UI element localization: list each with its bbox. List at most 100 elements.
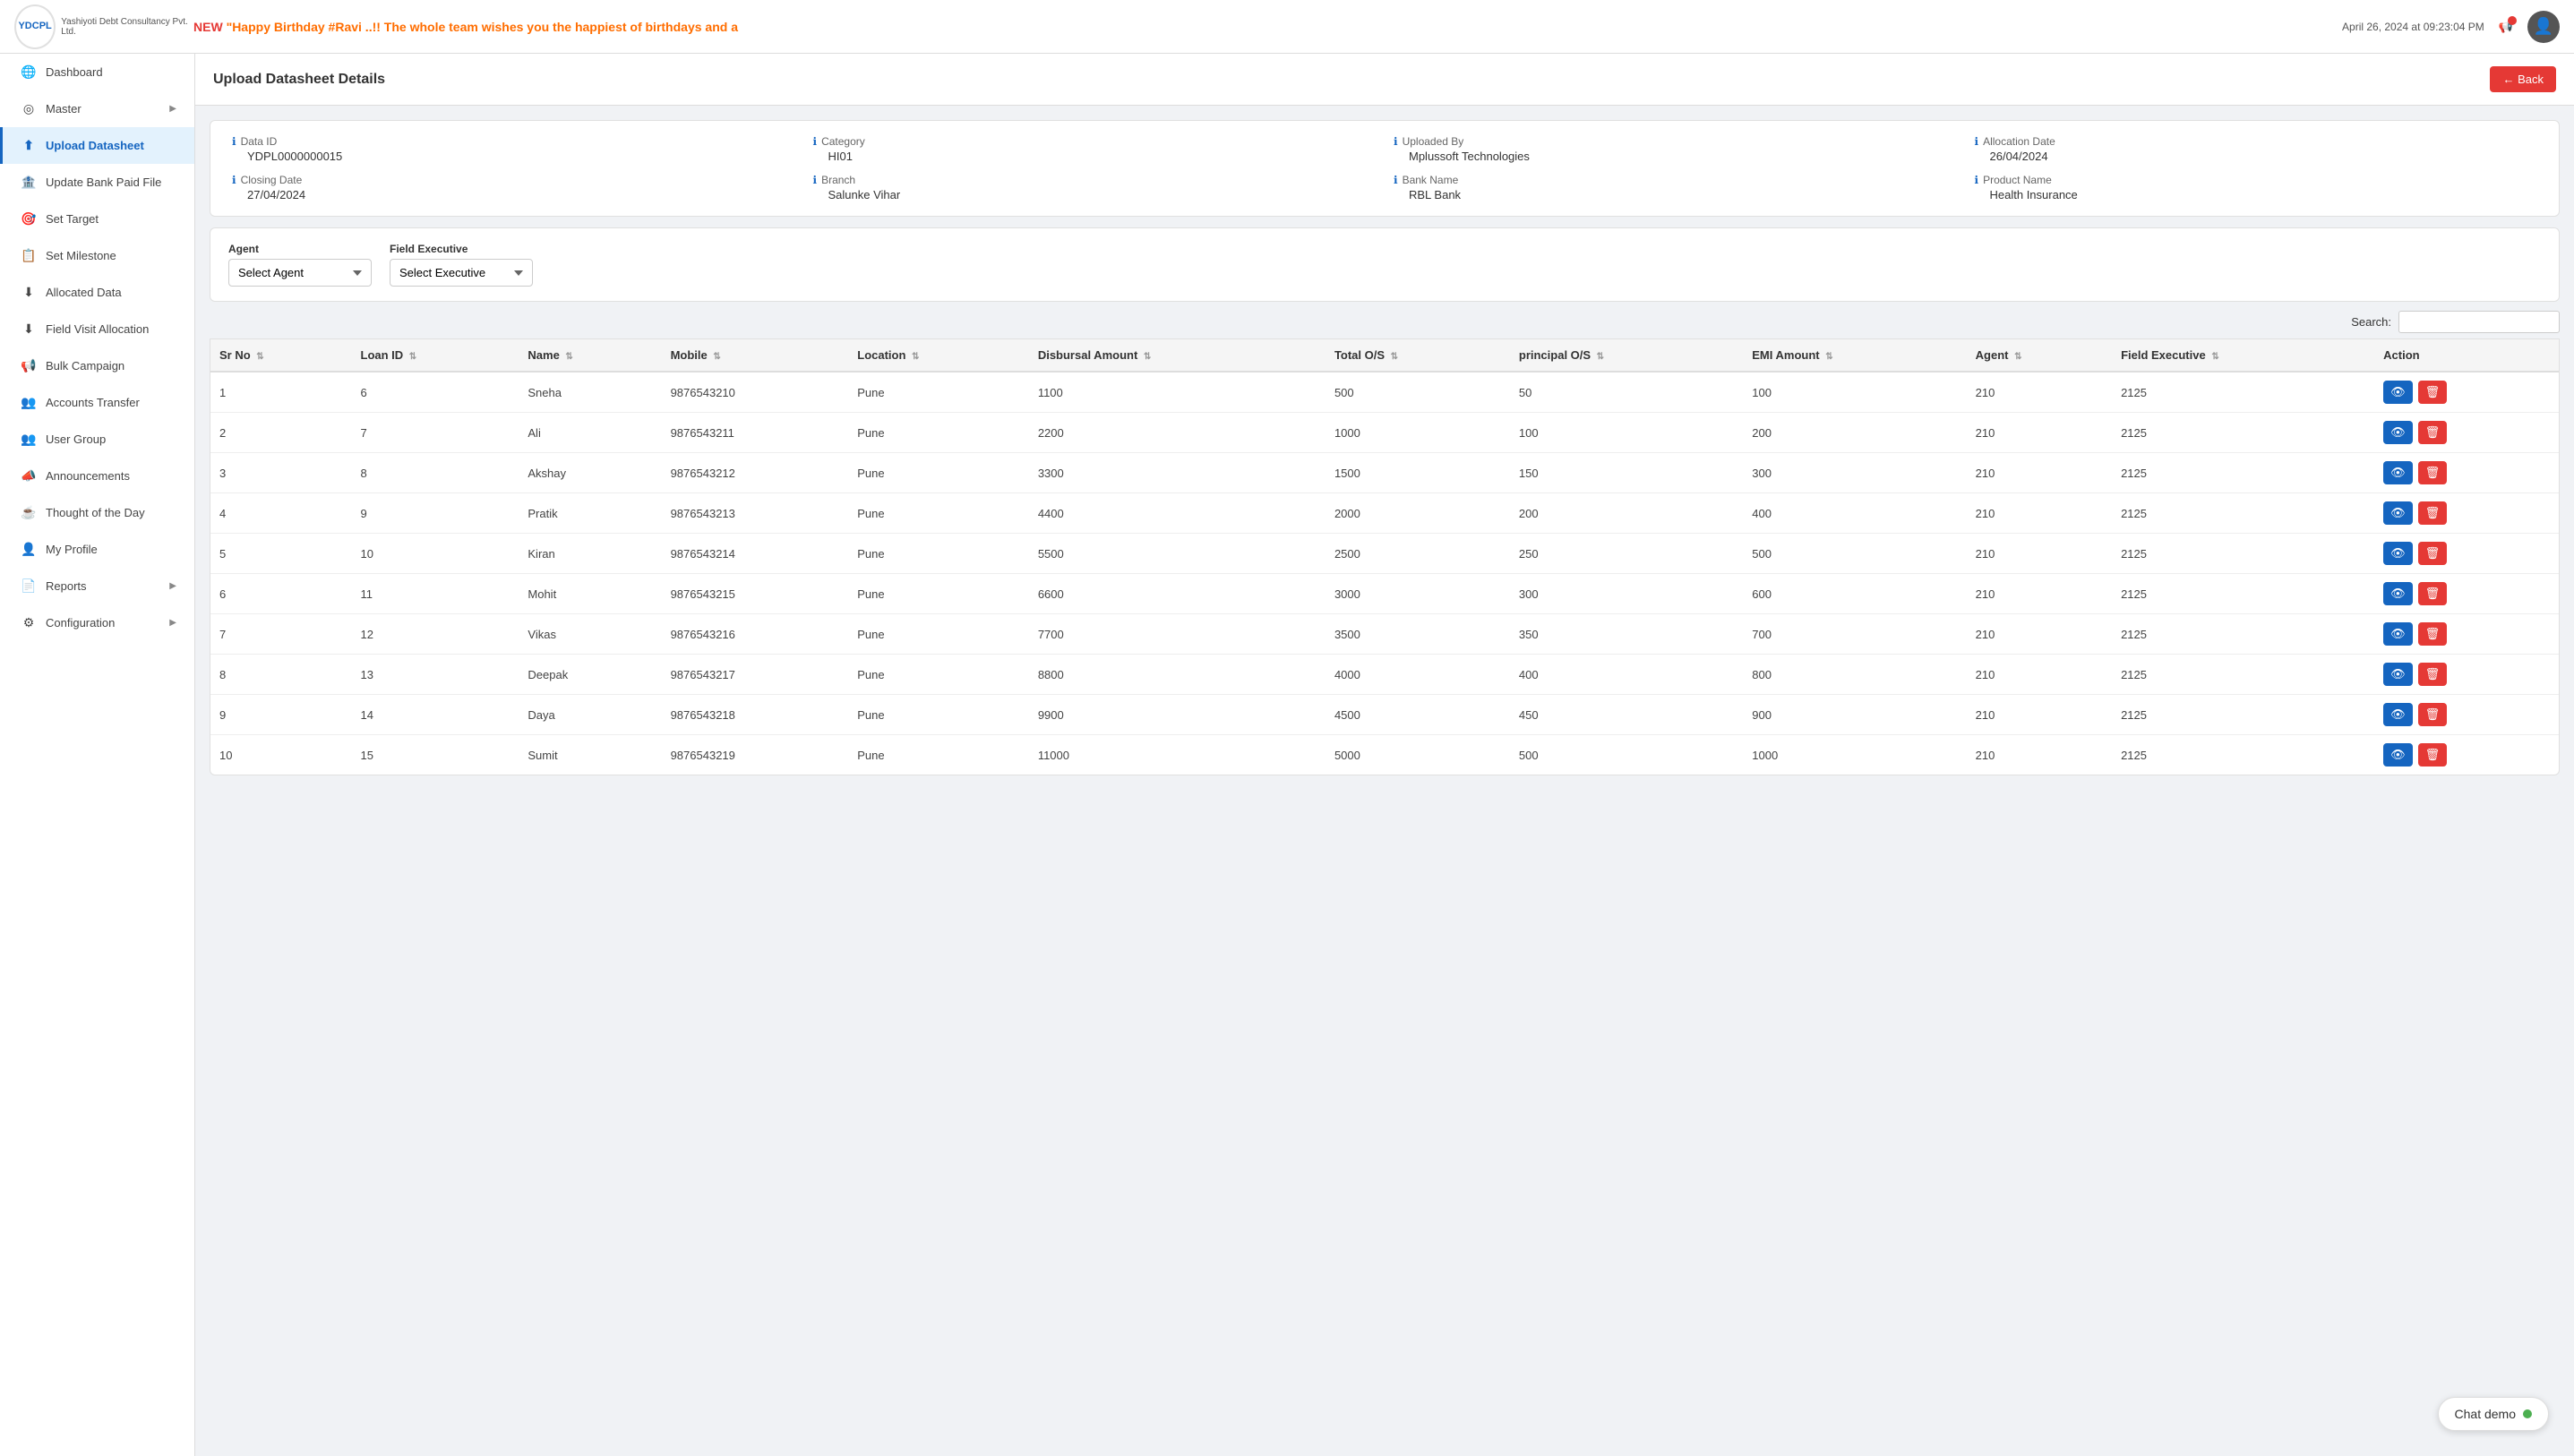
col-header-6[interactable]: Total O/S ⇅ (1326, 339, 1510, 372)
cell-8-3: 9876543218 (662, 695, 849, 735)
cell-1-6: 1000 (1326, 413, 1510, 453)
cell-2-10: 2125 (2112, 453, 2374, 493)
cell-3-2: Pratik (519, 493, 661, 534)
delete-button-8[interactable]: 🗑 (2418, 703, 2448, 726)
search-input[interactable] (2398, 311, 2560, 333)
info-field-label-0: Data ID (241, 135, 278, 148)
sidebar-label-field-visit: Field Visit Allocation (46, 322, 149, 336)
cell-2-9: 210 (1967, 453, 2112, 493)
cell-2-3: 9876543212 (662, 453, 849, 493)
cell-7-0: 8 (210, 655, 352, 695)
view-button-3[interactable]: 👁 (2383, 501, 2413, 525)
sidebar-item-field-visit[interactable]: ⬇Field Visit Allocation (0, 311, 194, 347)
sidebar-item-allocated-data[interactable]: ⬇Allocated Data (0, 274, 194, 311)
sidebar-item-configuration[interactable]: ⚙Configuration▶ (0, 604, 194, 641)
sidebar-item-reports[interactable]: 📄Reports▶ (0, 568, 194, 604)
marquee-text: NEW "Happy Birthday #Ravi ..!! The whole… (193, 20, 2342, 34)
view-button-7[interactable]: 👁 (2383, 663, 2413, 686)
sidebar-item-set-milestone[interactable]: 📋Set Milestone (0, 237, 194, 274)
info-item-1: ℹ Category HI01 (813, 135, 1377, 163)
sort-icon-4: ⇅ (912, 352, 919, 362)
delete-button-4[interactable]: 🗑 (2418, 542, 2448, 565)
sidebar-item-user-group[interactable]: 👥User Group (0, 421, 194, 458)
col-header-4[interactable]: Location ⇅ (848, 339, 1029, 372)
delete-button-5[interactable]: 🗑 (2418, 582, 2448, 605)
col-header-9[interactable]: Agent ⇅ (1967, 339, 2112, 372)
sidebar-item-bulk-campaign[interactable]: 📢Bulk Campaign (0, 347, 194, 384)
sidebar-item-dashboard[interactable]: 🌐Dashboard (0, 54, 194, 90)
sort-icon-6: ⇅ (1391, 352, 1398, 362)
sort-icon-5: ⇅ (1144, 352, 1151, 362)
col-header-3[interactable]: Mobile ⇅ (662, 339, 849, 372)
sidebar-item-update-bank[interactable]: 🏦Update Bank Paid File (0, 164, 194, 201)
avatar[interactable]: 👤 (2527, 11, 2560, 43)
cell-6-1: 12 (352, 614, 519, 655)
chat-demo-button[interactable]: Chat demo (2438, 1397, 2549, 1431)
bell-icon[interactable]: 📢 (2499, 20, 2513, 34)
sidebar-item-set-target[interactable]: 🎯Set Target (0, 201, 194, 237)
info-label-7: ℹ Product Name (1975, 174, 2538, 186)
cell-8-5: 9900 (1029, 695, 1326, 735)
col-header-1[interactable]: Loan ID ⇅ (352, 339, 519, 372)
view-button-6[interactable]: 👁 (2383, 622, 2413, 646)
sidebar-item-master[interactable]: ◎Master▶ (0, 90, 194, 127)
delete-button-3[interactable]: 🗑 (2418, 501, 2448, 525)
cell-2-6: 1500 (1326, 453, 1510, 493)
delete-button-0[interactable]: 🗑 (2418, 381, 2448, 404)
cell-6-2: Vikas (519, 614, 661, 655)
sidebar-item-accounts-transfer[interactable]: 👥Accounts Transfer (0, 384, 194, 421)
marquee-new-badge: NEW (193, 20, 223, 34)
sidebar-item-announcements[interactable]: 📣Announcements (0, 458, 194, 494)
sidebar-item-upload-datasheet[interactable]: ⬆Upload Datasheet (0, 127, 194, 164)
delete-button-1[interactable]: 🗑 (2418, 421, 2448, 444)
view-button-9[interactable]: 👁 (2383, 743, 2413, 767)
cell-8-7: 450 (1510, 695, 1743, 735)
cell-3-3: 9876543213 (662, 493, 849, 534)
cell-9-10: 2125 (2112, 735, 2374, 775)
cell-8-9: 210 (1967, 695, 2112, 735)
col-header-7[interactable]: principal O/S ⇅ (1510, 339, 1743, 372)
filter-area: Agent Select Agent Field Executive Selec… (210, 227, 2560, 302)
executive-select[interactable]: Select Executive (390, 259, 533, 287)
agent-select[interactable]: Select Agent (228, 259, 372, 287)
action-cell-1: 👁 🗑 (2374, 413, 2559, 453)
cell-7-9: 210 (1967, 655, 2112, 695)
view-button-0[interactable]: 👁 (2383, 381, 2413, 404)
view-button-2[interactable]: 👁 (2383, 461, 2413, 484)
sort-icon-3: ⇅ (713, 352, 720, 362)
search-label: Search: (2351, 315, 2391, 329)
delete-button-2[interactable]: 🗑 (2418, 461, 2448, 484)
view-button-4[interactable]: 👁 (2383, 542, 2413, 565)
sidebar-item-thought-of-day[interactable]: ☕Thought of the Day (0, 494, 194, 531)
cell-5-10: 2125 (2112, 574, 2374, 614)
col-header-11[interactable]: Action (2374, 339, 2559, 372)
view-button-5[interactable]: 👁 (2383, 582, 2413, 605)
delete-button-9[interactable]: 🗑 (2418, 743, 2448, 767)
col-header-0[interactable]: Sr No ⇅ (210, 339, 352, 372)
cell-9-0: 10 (210, 735, 352, 775)
cell-0-3: 9876543210 (662, 372, 849, 413)
sidebar-icon-bulk-campaign: 📢 (21, 358, 37, 373)
cell-8-2: Daya (519, 695, 661, 735)
view-button-8[interactable]: 👁 (2383, 703, 2413, 726)
table-row: 27Ali9876543211Pune220010001002002102125… (210, 413, 2559, 453)
sidebar-label-upload-datasheet: Upload Datasheet (46, 139, 144, 152)
cell-1-1: 7 (352, 413, 519, 453)
cell-3-0: 4 (210, 493, 352, 534)
col-header-2[interactable]: Name ⇅ (519, 339, 661, 372)
cell-7-10: 2125 (2112, 655, 2374, 695)
col-header-10[interactable]: Field Executive ⇅ (2112, 339, 2374, 372)
view-button-1[interactable]: 👁 (2383, 421, 2413, 444)
cell-1-3: 9876543211 (662, 413, 849, 453)
delete-button-7[interactable]: 🗑 (2418, 663, 2448, 686)
cell-1-7: 100 (1510, 413, 1743, 453)
back-button[interactable]: ← Back (2490, 66, 2556, 92)
delete-button-6[interactable]: 🗑 (2418, 622, 2448, 646)
cell-4-6: 2500 (1326, 534, 1510, 574)
agent-label: Agent (228, 243, 372, 255)
col-header-8[interactable]: EMI Amount ⇅ (1743, 339, 1966, 372)
sidebar-icon-my-profile: 👤 (21, 542, 37, 557)
col-header-5[interactable]: Disbursal Amount ⇅ (1029, 339, 1326, 372)
cell-8-10: 2125 (2112, 695, 2374, 735)
sidebar-item-my-profile[interactable]: 👤My Profile (0, 531, 194, 568)
